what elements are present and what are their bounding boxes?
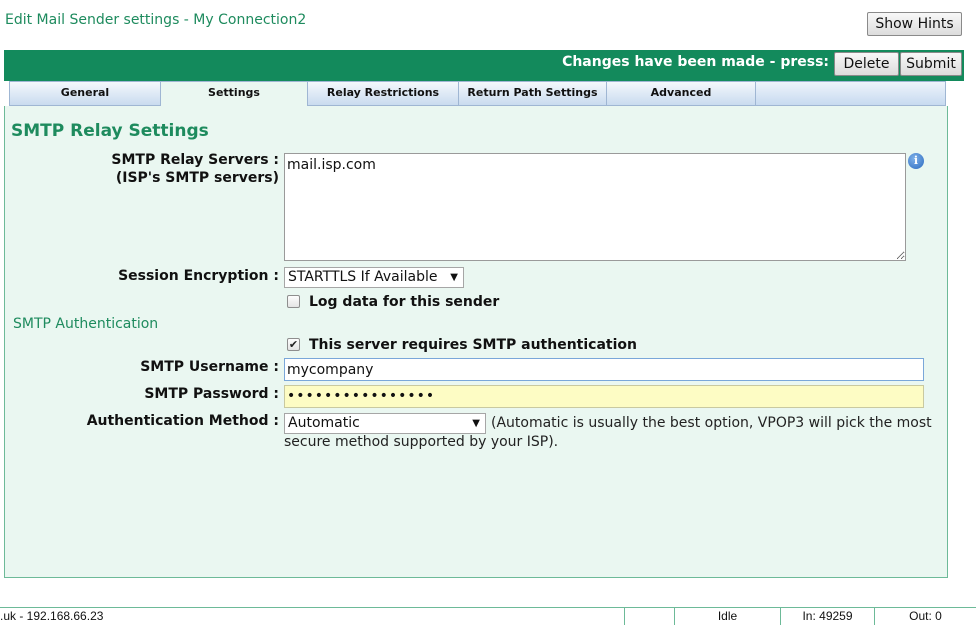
changes-notice: Changes have been made - press:	[562, 54, 829, 70]
section-title: SMTP Relay Settings	[11, 121, 209, 141]
status-host: .uk - 192.168.66.23	[0, 609, 104, 623]
relay-servers-textarea[interactable]: mail.isp.com	[284, 153, 906, 261]
status-state: Idle	[674, 608, 780, 625]
tab-advanced[interactable]: Advanced	[607, 82, 756, 105]
log-data-checkbox[interactable]	[287, 295, 300, 308]
requires-auth-label: This server requires SMTP authentication	[309, 337, 637, 353]
auth-method-label: Authentication Method :	[86, 413, 279, 429]
settings-panel: SMTP Relay Settings SMTP Relay Servers :…	[4, 106, 948, 578]
chevron-down-icon: ▼	[450, 272, 458, 283]
delete-button[interactable]: Delete	[834, 52, 899, 76]
encryption-label: Session Encryption :	[118, 268, 279, 284]
password-label: SMTP Password :	[144, 386, 279, 402]
auth-method-select-value: Automatic	[288, 415, 360, 431]
tab-relay-restrictions[interactable]: Relay Restrictions	[308, 82, 459, 105]
username-label: SMTP Username :	[140, 359, 279, 375]
tab-general[interactable]: General	[10, 82, 161, 105]
status-out-count: Out: 0	[874, 608, 976, 625]
submit-button[interactable]: Submit	[900, 52, 962, 76]
requires-auth-checkbox[interactable]: ✔	[287, 338, 300, 351]
log-data-label: Log data for this sender	[309, 294, 500, 310]
status-bar: .uk - 192.168.66.23 Idle In: 49259 Out: …	[0, 607, 976, 625]
status-empty	[624, 608, 674, 625]
tab-return-path-settings[interactable]: Return Path Settings	[459, 82, 607, 105]
encryption-select-value: STARTTLS If Available	[288, 269, 438, 285]
checkmark-icon: ✔	[288, 338, 299, 351]
tab-settings[interactable]: Settings	[161, 82, 308, 106]
relay-servers-label: SMTP Relay Servers :	[111, 152, 279, 168]
info-icon[interactable]: i	[908, 153, 924, 169]
status-in-count: In: 49259	[780, 608, 874, 625]
auth-section-title: SMTP Authentication	[13, 316, 159, 332]
encryption-select[interactable]: STARTTLS If Available ▼	[284, 267, 464, 288]
show-hints-button[interactable]: Show Hints	[867, 12, 962, 36]
action-bar: Changes have been made - press: Delete S…	[4, 50, 964, 81]
password-input[interactable]: ••••••••••••••••	[284, 385, 924, 408]
chevron-down-icon: ▼	[472, 418, 480, 429]
auth-method-select[interactable]: Automatic ▼	[284, 413, 486, 434]
relay-servers-sublabel: (ISP's SMTP servers)	[115, 170, 279, 186]
page-title: Edit Mail Sender settings - My Connectio…	[5, 12, 307, 28]
tab-strip: General Settings Relay Restrictions Retu…	[9, 81, 946, 106]
username-input[interactable]	[284, 358, 924, 381]
